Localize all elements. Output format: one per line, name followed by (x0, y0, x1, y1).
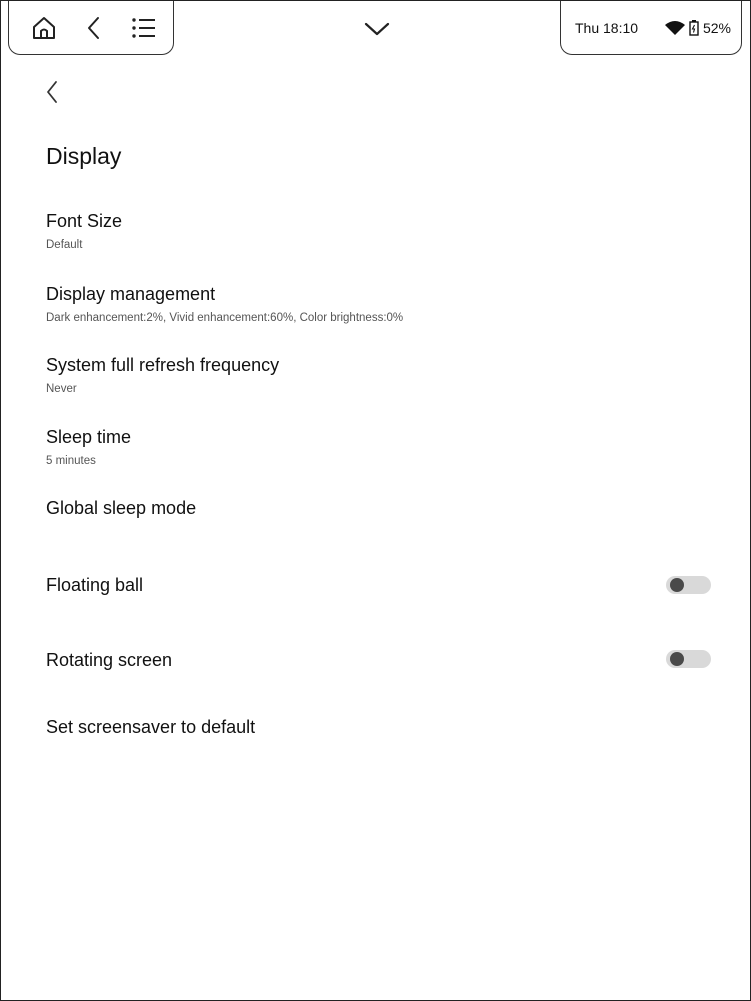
menu-list-icon[interactable] (119, 8, 169, 48)
setting-label: Rotating screen (46, 650, 173, 670)
toggle-knob (670, 578, 684, 592)
setting-label: Font Size (46, 211, 123, 231)
toggle-knob (670, 652, 684, 666)
setting-floating-ball[interactable]: Floating ball (46, 573, 726, 597)
setting-label: Set screensaver to default (46, 717, 256, 737)
home-icon[interactable] (19, 8, 69, 48)
setting-global-sleep-mode[interactable]: Global sleep mode (46, 496, 726, 520)
back-button[interactable] (37, 75, 67, 109)
setting-value: Dark enhancement:2%, Vivid enhancement:6… (46, 312, 404, 324)
setting-rotating-screen[interactable]: Rotating screen (46, 648, 726, 672)
screen: Thu 18:10 52% Display Font Size Default … (0, 0, 751, 1001)
rotating-screen-toggle[interactable] (666, 650, 711, 668)
setting-font-size[interactable]: Font Size Default (46, 209, 726, 253)
setting-value: Never (46, 383, 77, 395)
setting-label: Display management (46, 284, 216, 304)
setting-sleep-time[interactable]: Sleep time 5 minutes (46, 425, 726, 469)
nav-controls (8, 1, 174, 55)
setting-label: Floating ball (46, 575, 144, 595)
chevron-down-icon[interactable] (360, 17, 394, 41)
setting-label: Sleep time (46, 427, 132, 447)
status-bar: Thu 18:10 52% (1, 1, 750, 57)
battery-icon (689, 19, 699, 36)
status-indicators[interactable]: Thu 18:10 52% (560, 1, 742, 55)
setting-display-management[interactable]: Display management Dark enhancement:2%, … (46, 282, 726, 326)
setting-value: 5 minutes (46, 455, 96, 467)
wifi-icon (664, 20, 685, 35)
setting-label: Global sleep mode (46, 498, 197, 518)
setting-refresh-frequency[interactable]: System full refresh frequency Never (46, 353, 726, 397)
floating-ball-toggle[interactable] (666, 576, 711, 594)
clock: Thu 18:10 (575, 19, 639, 36)
battery-percent: 52% (702, 19, 731, 36)
setting-screensaver-default[interactable]: Set screensaver to default (46, 715, 726, 739)
page-title: Display (46, 143, 122, 169)
back-icon[interactable] (69, 8, 119, 48)
setting-label: System full refresh frequency (46, 355, 280, 375)
setting-value: Default (46, 239, 83, 251)
